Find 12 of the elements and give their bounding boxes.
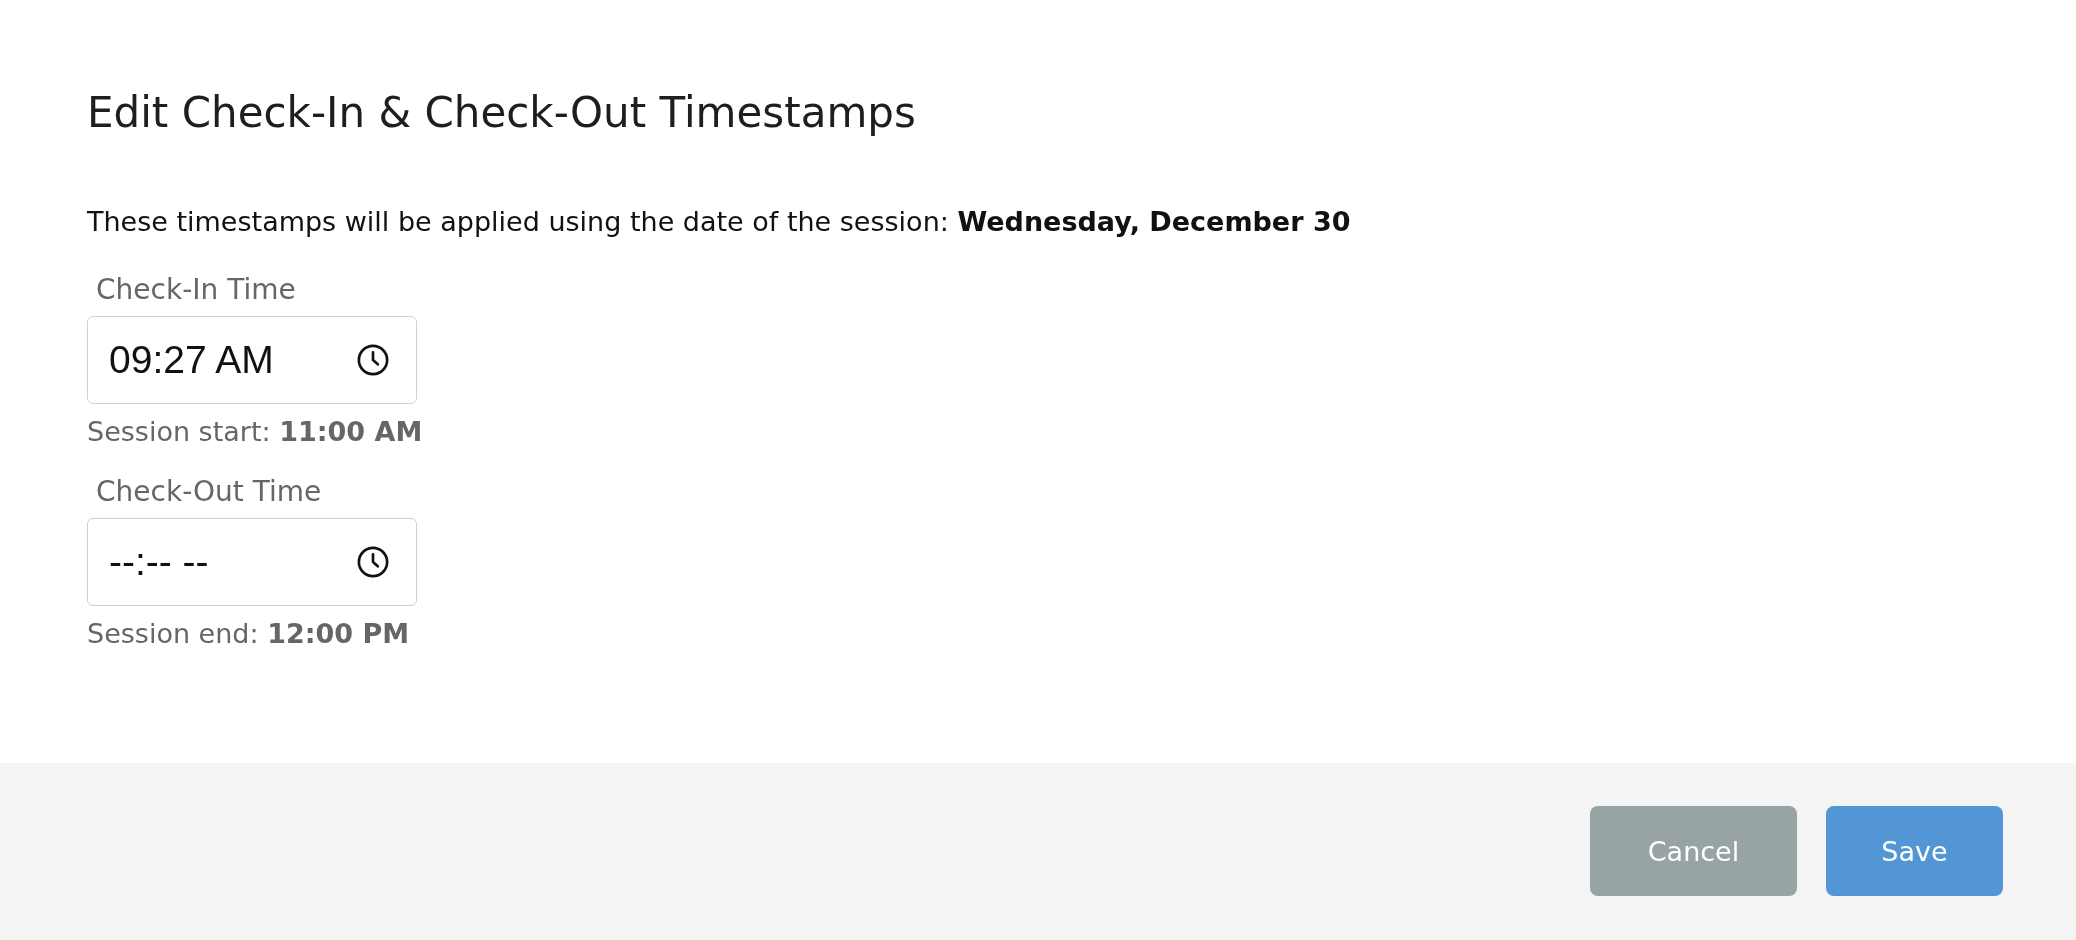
- time-input[interactable]: --:-- --: [87, 518, 417, 606]
- hint-text: Session end: 12:00 PM: [87, 617, 410, 651]
- clock-icon[interactable]: [357, 344, 389, 376]
- hint-text: Session start: 11:00 AM: [87, 415, 423, 449]
- secondary-button[interactable]: Cancel: [1590, 806, 1797, 896]
- time-input[interactable]: 09:27 AM: [87, 316, 417, 404]
- dialog-title: Edit Check-In & Check-Out Timestamps: [87, 88, 916, 138]
- field-label: Check-In Time: [95, 273, 296, 307]
- primary-button[interactable]: Save: [1826, 806, 2003, 896]
- clock-icon[interactable]: [357, 546, 389, 578]
- description-text: These timestamps will be applied using the date of the session: Wednesday, December 30: [87, 205, 1351, 239]
- field-label: Check-Out Time: [95, 475, 322, 509]
